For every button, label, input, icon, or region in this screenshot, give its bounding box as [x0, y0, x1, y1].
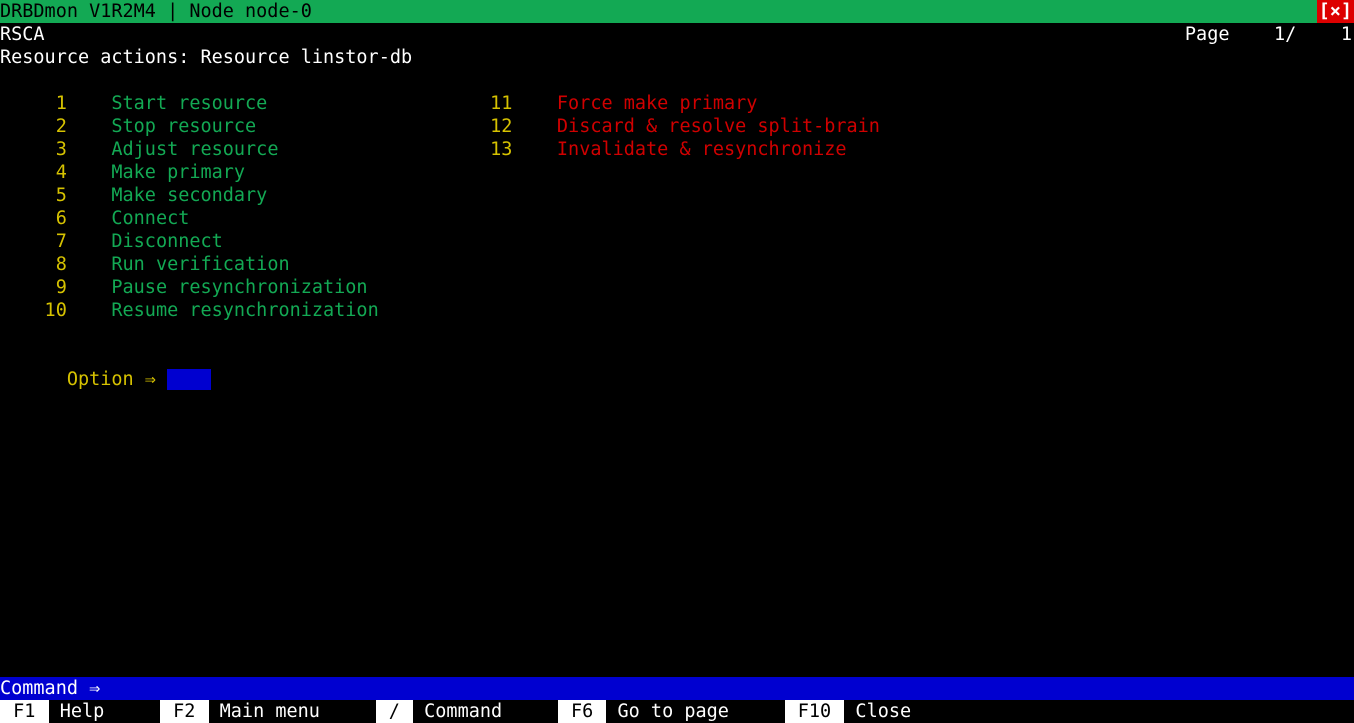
menu-item-number: 7	[0, 230, 67, 253]
menu-item-number: 1	[0, 92, 67, 115]
menu-item[interactable]: 3 Adjust resource	[0, 138, 379, 161]
menu-item[interactable]: 13 Invalidate & resynchronize	[379, 138, 880, 161]
menu-item-label: Adjust resource	[111, 139, 278, 160]
breadcrumb: RSCA	[0, 23, 45, 46]
menu-item-number: 3	[0, 138, 67, 161]
menu-item-label: Stop resource	[111, 116, 256, 137]
menu-item-label: Pause resynchronization	[111, 277, 367, 298]
menu-item-number: 4	[0, 161, 67, 184]
menu-item-label: Force make primary	[557, 93, 757, 114]
menu-column-2: 11 Force make primary 12 Discard & resol…	[379, 92, 880, 322]
menu-item[interactable]: 8 Run verification	[0, 253, 379, 276]
menu-item-label: Start resource	[111, 93, 267, 114]
menu-item-number: 11	[379, 92, 513, 115]
menu-item[interactable]: 2 Stop resource	[0, 115, 379, 138]
fn-key[interactable]: F1	[0, 700, 49, 723]
option-input[interactable]	[167, 369, 211, 390]
app-title: DRBDmon V1R2M4 | Node node-0	[0, 0, 312, 23]
command-input[interactable]	[111, 677, 1354, 700]
menu-item[interactable]: 5 Make secondary	[0, 184, 379, 207]
menu-item-label: Make primary	[111, 162, 245, 183]
title-bar: DRBDmon V1R2M4 | Node node-0 [×]	[0, 0, 1354, 23]
menu-item-label: Disconnect	[111, 231, 222, 252]
fn-key[interactable]: F10	[785, 700, 845, 723]
fn-key-label: Command	[413, 700, 558, 723]
menu-item[interactable]: 10 Resume resynchronization	[0, 299, 379, 322]
menu-area: 1 Start resource 2 Stop resource 3 Adjus…	[0, 92, 1354, 322]
menu-item-label: Make secondary	[111, 185, 267, 206]
command-bar: Command ⇒	[0, 677, 1354, 700]
menu-item[interactable]: 6 Connect	[0, 207, 379, 230]
menu-item-label: Connect	[111, 208, 189, 229]
menu-item-label: Resume resynchronization	[111, 300, 378, 321]
menu-item-number: 10	[0, 299, 67, 322]
menu-item[interactable]: 9 Pause resynchronization	[0, 276, 379, 299]
menu-item-number: 2	[0, 115, 67, 138]
header-row: RSCA Page 1/ 1	[0, 23, 1354, 46]
fn-key[interactable]: /	[376, 700, 413, 723]
close-icon[interactable]: [×]	[1317, 0, 1354, 23]
menu-item-number: 8	[0, 253, 67, 276]
menu-item-number: 9	[0, 276, 67, 299]
menu-item-number: 5	[0, 184, 67, 207]
menu-item[interactable]: 4 Make primary	[0, 161, 379, 184]
menu-item-number: 12	[379, 115, 513, 138]
menu-item-label: Invalidate & resynchronize	[557, 139, 847, 160]
menu-item[interactable]: 1 Start resource	[0, 92, 379, 115]
option-prompt: Option ⇒	[0, 345, 1354, 391]
menu-item[interactable]: 11 Force make primary	[379, 92, 880, 115]
page-indicator: Page 1/ 1	[1185, 23, 1352, 46]
fn-key-label: Main menu	[209, 700, 376, 723]
menu-item[interactable]: 12 Discard & resolve split-brain	[379, 115, 880, 138]
menu-item-number: 13	[379, 138, 513, 161]
fn-key-label: Go to page	[606, 700, 784, 723]
fn-key[interactable]: F2	[160, 700, 209, 723]
function-key-bar: F1 Help F2 Main menu / Command F6 Go to …	[0, 700, 1354, 723]
menu-item-label: Run verification	[111, 254, 289, 275]
fn-key-label: Close	[844, 700, 911, 723]
page-title: Resource actions: Resource linstor-db	[0, 46, 1354, 69]
menu-column-1: 1 Start resource 2 Stop resource 3 Adjus…	[0, 92, 379, 322]
option-label: Option ⇒	[67, 369, 167, 390]
menu-item[interactable]: 7 Disconnect	[0, 230, 379, 253]
command-label: Command ⇒	[0, 677, 111, 700]
fn-key-label: Help	[49, 700, 160, 723]
fn-key[interactable]: F6	[558, 700, 607, 723]
menu-item-number: 6	[0, 207, 67, 230]
menu-item-label: Discard & resolve split-brain	[557, 116, 880, 137]
